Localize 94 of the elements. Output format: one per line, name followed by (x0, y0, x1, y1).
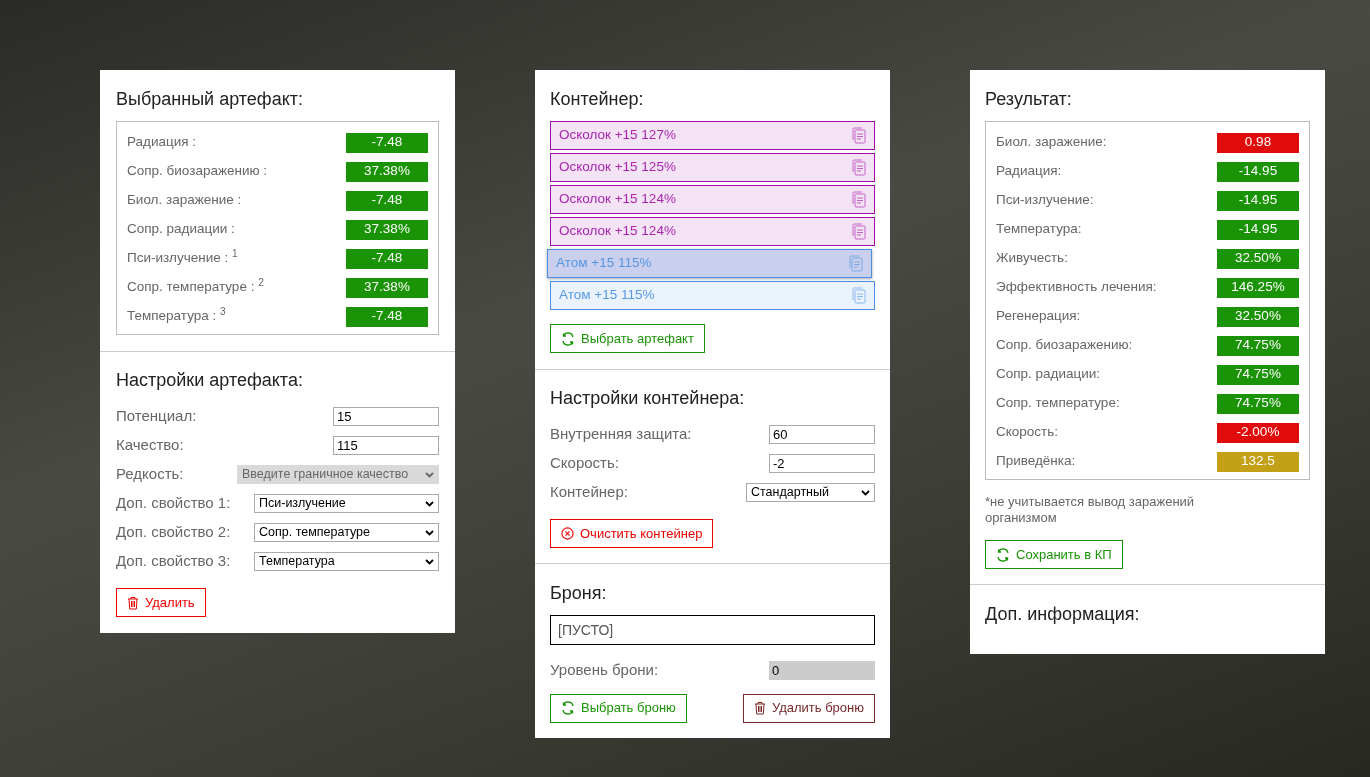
section-title: Броня: (550, 582, 608, 605)
trash-icon (127, 595, 139, 610)
stat-value: 37.38% (346, 277, 428, 298)
refresh-icon (561, 701, 575, 715)
stat-value: -7.48 (346, 190, 428, 211)
stat-label: Эффективность лечения: (996, 278, 1157, 297)
stat-value: -7.48 (346, 306, 428, 327)
container-item[interactable]: Осколок +15 125% (550, 153, 875, 182)
stat-value: -14.95 (1217, 190, 1299, 211)
stat-label: Температура: (996, 220, 1082, 239)
stat-value: 37.38% (346, 219, 428, 240)
stat-label: Сопр. радиации : (127, 220, 235, 239)
document-icon (852, 159, 866, 176)
stat-value: -7.48 (346, 132, 428, 153)
field-label: Качество: (116, 435, 184, 456)
field-label: Доп. свойство 2: (116, 522, 231, 543)
stat-value: -14.95 (1217, 161, 1299, 182)
save-button[interactable]: Сохранить в КП (985, 540, 1123, 569)
section-title: Контейнер: (550, 88, 645, 111)
stat-label: Биол. заражение : (127, 191, 242, 210)
section-title: Результат: (985, 88, 1073, 111)
stat-label: Сопр. температуре: (996, 394, 1120, 413)
stat-label: Температура : $^{3}$ (127, 306, 226, 326)
section-title: Выбранный артефакт: (116, 88, 304, 111)
section-title: Доп. информация: (985, 603, 1141, 626)
field-label: Скорость: (550, 453, 619, 474)
field-label: Внутренняя защита: (550, 424, 692, 445)
chevron-icon (861, 489, 870, 496)
field-label: Уровень брони: (550, 660, 659, 680)
stat-value: -2.00% (1217, 422, 1299, 443)
document-icon (849, 255, 863, 272)
stat-value: 146.25% (1217, 277, 1299, 298)
container-item[interactable]: Осколок +15 124% (550, 185, 875, 214)
stat-value: 0.98 (1217, 132, 1299, 153)
field-label: Потенциал: (116, 406, 197, 427)
refresh-icon (561, 331, 575, 346)
document-icon (852, 223, 866, 240)
stat-value: 74.75% (1217, 335, 1299, 356)
armor-field[interactable]: [ПУСТО] (550, 615, 875, 645)
stat-value: 37.38% (346, 161, 428, 182)
stat-label: Сопр. радиации: (996, 365, 1101, 384)
document-icon (852, 287, 866, 304)
trash-icon (753, 701, 766, 715)
stat-label: Живучесть: (996, 249, 1068, 268)
container-item[interactable]: Осколок +15 127% (550, 121, 875, 150)
chevron-icon (425, 558, 434, 565)
input-field[interactable]: 60 (769, 425, 875, 444)
document-icon (852, 127, 866, 144)
refresh-icon (996, 547, 1010, 562)
stat-value: 32.50% (1217, 248, 1299, 269)
input-field[interactable]: 15 (333, 407, 439, 426)
input-field[interactable]: 115 (333, 436, 439, 455)
stat-label: Сопр. температуре : $^{2}$ (127, 277, 264, 297)
section-title: Настройки артефакта: (116, 369, 304, 392)
chevron-icon (425, 471, 434, 478)
dropdown[interactable]: Сопр. температуре (254, 523, 439, 542)
stat-value: -7.48 (346, 248, 428, 269)
field-label: Редкость: (116, 464, 184, 485)
clear-icon (561, 527, 574, 540)
stat-value: -14.95 (1217, 219, 1299, 240)
clear-container-button[interactable]: Очистить контейнер (550, 519, 714, 548)
input-field[interactable]: -2 (769, 454, 875, 473)
stat-label: Сопр. биозаражению : (127, 162, 268, 181)
stat-label: Пси-излучение : $^{1}$ (127, 248, 238, 268)
dropdown[interactable]: Стандартный (746, 483, 875, 502)
stat-value: 74.75% (1217, 364, 1299, 385)
section-title: Настройки контейнера: (550, 387, 746, 410)
delete-button[interactable]: Удалить (116, 588, 206, 617)
chevron-icon (425, 529, 434, 536)
choose-artifact-button[interactable]: Выбрать артефакт (550, 324, 705, 353)
dropdown[interactable]: Пси-излучение (254, 494, 439, 513)
document-icon (852, 191, 866, 208)
stat-label: Радиация: (996, 162, 1062, 181)
delete-armor-button[interactable]: Удалить броню (742, 693, 875, 723)
stat-label: Сопр. биозаражению: (996, 336, 1133, 355)
field-label: Контейнер: (550, 482, 628, 503)
stat-label: Приведёнка: (996, 452, 1076, 471)
dropdown[interactable]: Температура (254, 552, 439, 571)
chevron-icon (425, 500, 434, 507)
choose-armor-button[interactable]: Выбрать броню (550, 693, 687, 723)
stat-label: Скорость: (996, 423, 1059, 442)
stat-value: 32.50% (1217, 306, 1299, 327)
stat-label: Пси-излучение: (996, 191, 1094, 210)
stat-label: Радиация : (127, 133, 197, 152)
stat-value: 74.75% (1217, 393, 1299, 414)
container-item[interactable]: Осколок +15 124% (550, 217, 875, 246)
stat-label: Биол. заражение: (996, 133, 1107, 152)
field-label: Доп. свойство 1: (116, 493, 231, 514)
stat-label: Регенерация: (996, 307, 1081, 326)
field-label: Доп. свойство 3: (116, 551, 231, 572)
stat-value: 132.5 (1217, 451, 1299, 472)
armor-level-field: 0 (769, 660, 875, 680)
container-item[interactable]: Атом +15 115% (550, 281, 875, 310)
footnote: *не учитывается вывод заражений организмом (985, 494, 1196, 526)
